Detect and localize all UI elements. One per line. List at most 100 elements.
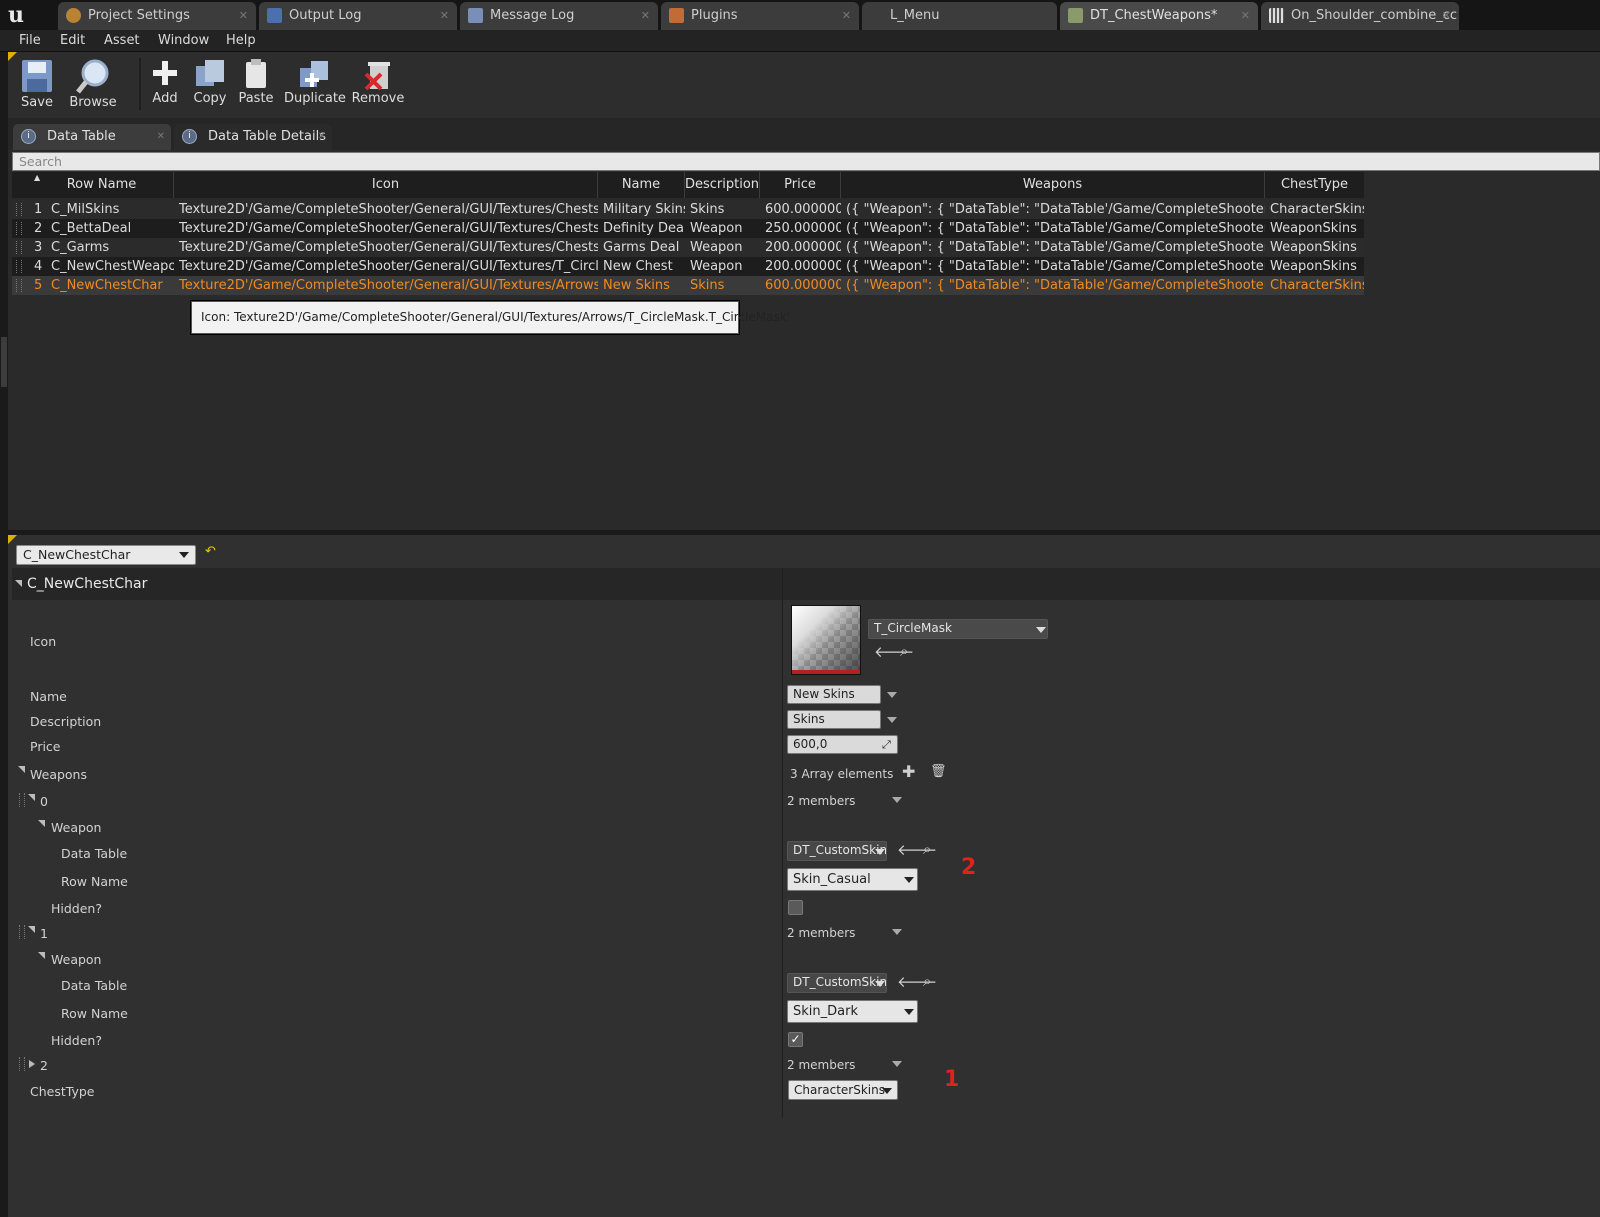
drag-handle-icon[interactable]: [19, 925, 25, 939]
close-icon[interactable]: ✕: [1442, 2, 1451, 29]
drag-handle-icon[interactable]: [16, 222, 22, 235]
save-button[interactable]: Save: [14, 52, 60, 116]
label-data-table: Data Table: [61, 978, 128, 993]
label-data-table: Data Table: [61, 846, 128, 861]
texture-asset-dropdown[interactable]: T_CircleMask: [868, 619, 1048, 639]
icon-tooltip: Icon: Texture2D'/Game/CompleteShooter/Ge…: [191, 301, 790, 334]
remove-button[interactable]: Remove: [350, 52, 406, 116]
collapse-triangle-icon[interactable]: [15, 580, 22, 587]
close-icon[interactable]: ✕: [157, 124, 165, 150]
category-header[interactable]: C_NewChestChar: [12, 568, 1600, 600]
table-row[interactable]: 2 C_BettaDeal Texture2D'/Game/CompleteSh…: [12, 219, 1364, 238]
table-row[interactable]: 1 C_MilSkins Texture2D'/Game/CompleteSho…: [12, 200, 1364, 219]
chevron-down-icon[interactable]: [887, 692, 897, 698]
drag-handle-icon[interactable]: [19, 793, 25, 807]
tab-message-log[interactable]: Message Log ✕: [460, 2, 658, 30]
search-input[interactable]: Search: [12, 152, 1600, 171]
close-icon[interactable]: ✕: [440, 2, 449, 29]
scrollbar-thumb[interactable]: [1, 337, 7, 387]
col-name[interactable]: Name: [598, 172, 685, 198]
collapse-triangle-icon[interactable]: [38, 952, 45, 959]
drag-handle-icon[interactable]: [16, 260, 22, 273]
drag-handle-icon[interactable]: [16, 203, 22, 216]
close-icon[interactable]: ✕: [239, 2, 248, 29]
description-field[interactable]: Skins: [787, 710, 881, 729]
texture-thumbnail[interactable]: [791, 605, 861, 675]
data-table-dropdown[interactable]: DT_CustomSkin: [787, 973, 887, 993]
tab-data-table[interactable]: i Data Table ✕: [13, 124, 171, 150]
tab-on-shoulder[interactable]: On_Shoulder_combine_cc ✕: [1261, 2, 1459, 30]
hidden-checkbox[interactable]: ✓: [788, 1032, 803, 1047]
chevron-down-icon[interactable]: [892, 797, 902, 803]
collapse-triangle-icon[interactable]: [28, 794, 35, 801]
chevron-down-icon[interactable]: [887, 717, 897, 723]
price-field[interactable]: 600,0 ⤢: [787, 735, 898, 754]
col-icon[interactable]: Icon: [174, 172, 598, 198]
paste-button[interactable]: Paste: [236, 52, 276, 116]
browse-search-icon[interactable]: ⌕: [923, 842, 931, 857]
array-count: 3 Array elements: [790, 767, 894, 781]
tab-dt-chestweapons[interactable]: DT_ChestWeapons* ✕: [1060, 2, 1258, 30]
chevron-down-icon[interactable]: [892, 1061, 902, 1067]
drag-handle-icon[interactable]: [19, 1057, 25, 1071]
collapse-triangle-icon[interactable]: [38, 820, 45, 827]
chevron-down-icon[interactable]: [892, 929, 902, 935]
drag-value-icon[interactable]: ⤢: [882, 736, 891, 753]
drag-handle-icon[interactable]: [16, 279, 22, 292]
category-title: C_NewChestChar: [27, 576, 148, 592]
left-scrollbar[interactable]: [0, 52, 8, 1217]
tab-data-table-details[interactable]: i Data Table Details ✕: [174, 124, 332, 150]
collapse-triangle-icon[interactable]: [28, 926, 35, 933]
col-description[interactable]: Description: [685, 172, 760, 198]
menu-window[interactable]: Window: [158, 30, 209, 52]
menu-file[interactable]: File: [19, 30, 41, 52]
close-icon[interactable]: ✕: [641, 2, 650, 29]
row-name-dropdown[interactable]: Skin_Dark: [787, 1000, 918, 1023]
col-chest-type[interactable]: ChestType: [1265, 172, 1364, 198]
browse-search-icon[interactable]: ⌕: [900, 644, 908, 659]
label-price: Price: [30, 739, 61, 754]
row-name-dropdown[interactable]: Skin_Casual: [787, 868, 918, 891]
remove-label: Remove: [351, 91, 405, 106]
column-divider[interactable]: [782, 568, 783, 1118]
label-weapons: Weapons: [30, 767, 87, 782]
add-button[interactable]: Add: [146, 52, 184, 116]
members-1: 2 members: [787, 926, 856, 940]
menu-help[interactable]: Help: [226, 30, 256, 52]
browse-button[interactable]: Browse: [66, 52, 120, 116]
trash-icon[interactable]: 🗑: [930, 764, 947, 779]
reset-to-default-icon[interactable]: ↶: [205, 544, 216, 559]
tab-output-log[interactable]: Output Log ✕: [259, 2, 457, 30]
row-select-dropdown[interactable]: C_NewChestChar: [16, 545, 196, 565]
expand-triangle-icon[interactable]: [29, 1060, 35, 1068]
message-log-icon: [468, 8, 483, 23]
chevron-down-icon: [179, 552, 189, 558]
col-weapons[interactable]: Weapons: [841, 172, 1265, 198]
tab-project-settings[interactable]: Project Settings ✕: [58, 2, 256, 30]
copy-button[interactable]: Copy: [190, 52, 230, 116]
tab-l-menu[interactable]: L_Menu: [862, 2, 1057, 30]
close-icon[interactable]: ✕: [1241, 2, 1250, 29]
collapse-triangle-icon[interactable]: [18, 766, 25, 773]
menu-asset[interactable]: Asset: [104, 30, 140, 52]
close-icon[interactable]: ✕: [842, 2, 851, 29]
browse-search-icon[interactable]: ⌕: [923, 974, 931, 989]
close-icon[interactable]: ✕: [318, 124, 326, 150]
table-row-selected[interactable]: 5 C_NewChestChar Texture2D'/Game/Complet…: [12, 276, 1364, 295]
menu-edit[interactable]: Edit: [60, 30, 85, 52]
tab-plugins[interactable]: Plugins ✕: [661, 2, 859, 30]
col-price[interactable]: Price: [760, 172, 841, 198]
duplicate-button[interactable]: Duplicate: [284, 52, 346, 116]
price-cell: 600.000000: [765, 278, 841, 293]
chest-type-dropdown[interactable]: CharacterSkins: [788, 1080, 898, 1100]
table-row[interactable]: 3 C_Garms Texture2D'/Game/CompleteShoote…: [12, 238, 1364, 257]
unreal-logo-icon[interactable]: u: [8, 2, 38, 28]
name-field[interactable]: New Skins: [787, 685, 881, 704]
drag-handle-icon[interactable]: [16, 241, 22, 254]
table-row[interactable]: 4 C_NewChestWeapon Texture2D'/Game/Compl…: [12, 257, 1364, 276]
hidden-checkbox[interactable]: [788, 900, 803, 915]
add-element-icon[interactable]: ✚: [902, 764, 915, 780]
description-cell: Skins: [690, 278, 725, 293]
col-row-name[interactable]: Row Name: [30, 172, 174, 198]
data-table-dropdown[interactable]: DT_CustomSkin: [787, 841, 887, 861]
